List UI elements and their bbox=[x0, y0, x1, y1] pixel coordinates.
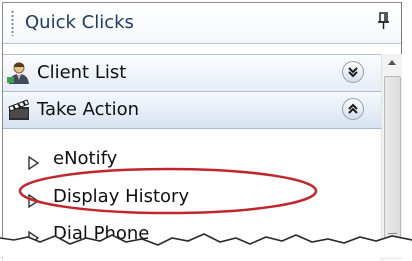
collapse-up-icon[interactable] bbox=[342, 98, 364, 120]
highlight-ellipse bbox=[18, 167, 318, 215]
pin-icon[interactable] bbox=[377, 12, 391, 35]
panel-header: Quick Clicks bbox=[3, 3, 401, 44]
screenshot-window: Quick Clicks Client List Take Action eNo… bbox=[0, 0, 412, 260]
take-action-section-header[interactable]: Take Action bbox=[3, 91, 381, 129]
panel-title: Quick Clicks bbox=[25, 12, 134, 33]
scroll-up-arrow-icon[interactable] bbox=[382, 54, 402, 72]
clapperboard-icon bbox=[7, 98, 31, 122]
torn-edge bbox=[0, 233, 412, 257]
expand-down-icon[interactable] bbox=[342, 61, 364, 83]
drag-grip-icon[interactable] bbox=[11, 10, 14, 36]
client-list-label: Client List bbox=[37, 62, 127, 83]
take-action-label: Take Action bbox=[37, 99, 139, 120]
client-list-section-header[interactable]: Client List bbox=[3, 54, 381, 92]
person-icon bbox=[7, 61, 31, 85]
